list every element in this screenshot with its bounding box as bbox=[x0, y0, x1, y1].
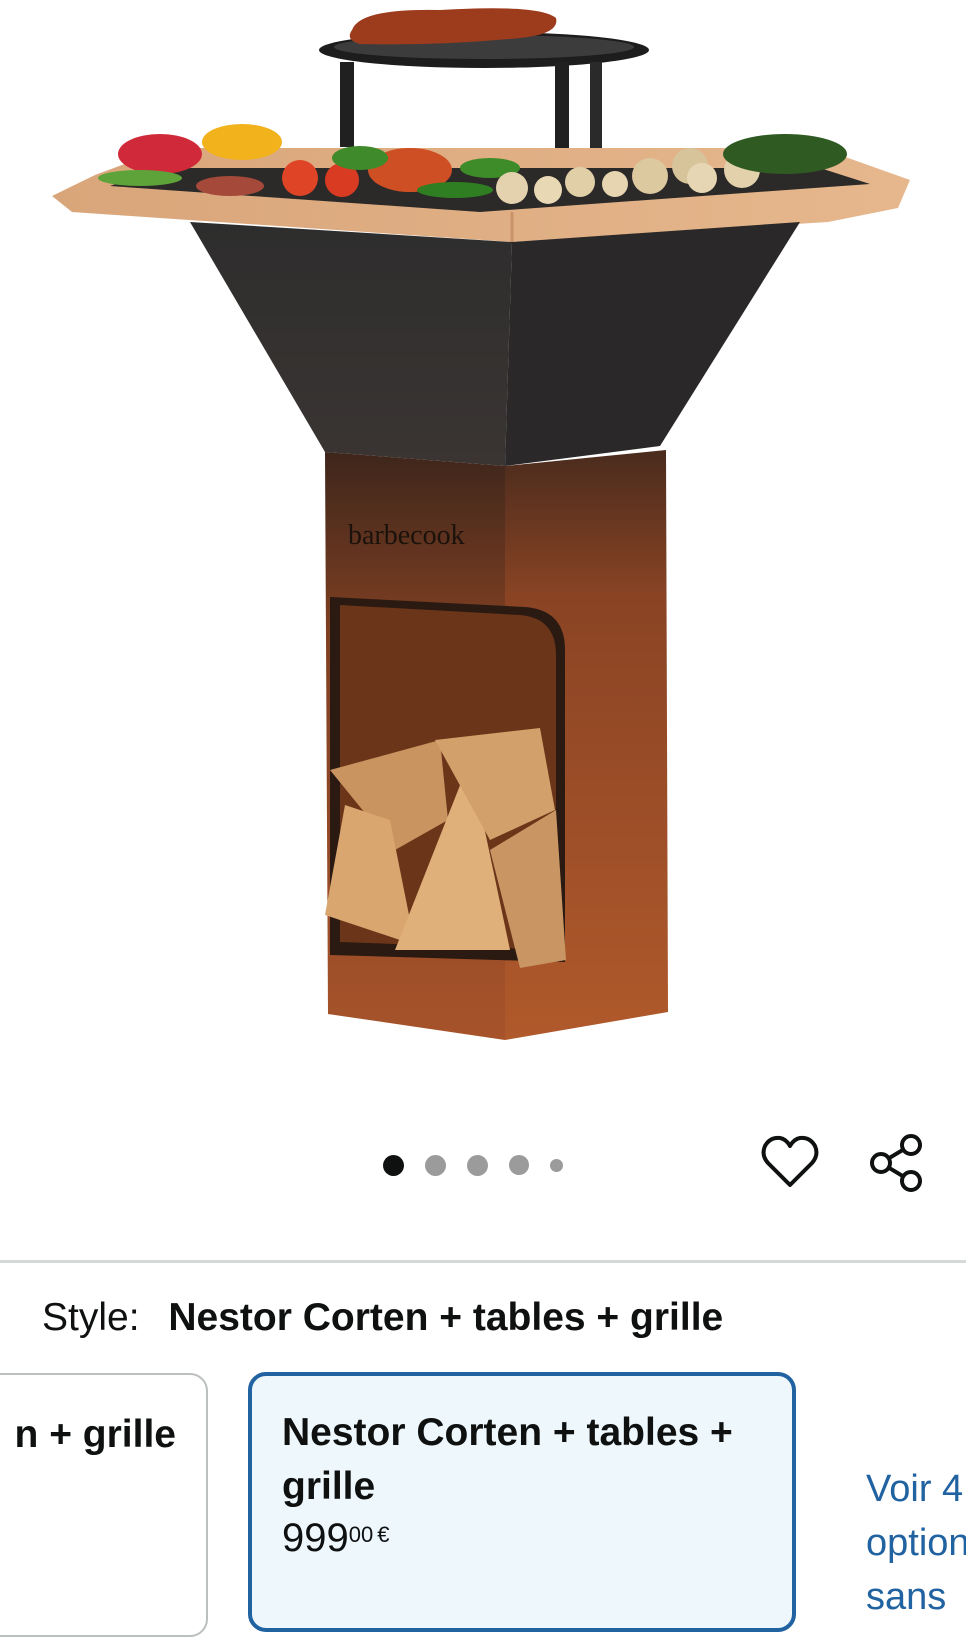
vegetable bbox=[723, 134, 847, 174]
vegetable bbox=[282, 160, 318, 196]
wishlist-button[interactable] bbox=[758, 1132, 822, 1192]
mushroom bbox=[496, 172, 528, 204]
vegetable bbox=[118, 134, 202, 174]
grill-leg bbox=[590, 62, 602, 162]
variation-selected-value: Nestor Corten + tables + grille bbox=[168, 1296, 724, 1339]
image-pagination-dots[interactable] bbox=[383, 1150, 584, 1180]
grill-leg bbox=[340, 62, 354, 147]
section-divider bbox=[0, 1260, 966, 1263]
variation-option-card[interactable]: n + grille bbox=[0, 1373, 208, 1637]
mushroom bbox=[602, 171, 628, 197]
vegetable bbox=[417, 182, 493, 198]
pagination-dot[interactable] bbox=[509, 1155, 529, 1175]
share-icon bbox=[870, 1134, 922, 1192]
price-currency: € bbox=[377, 1522, 390, 1547]
vegetable bbox=[196, 176, 264, 196]
product-image[interactable]: barbecook bbox=[0, 0, 966, 1100]
mushroom bbox=[565, 167, 595, 197]
variation-option-price: 99900 € bbox=[282, 1516, 389, 1561]
pagination-dot[interactable] bbox=[425, 1154, 446, 1176]
product-image-gallery[interactable]: barbecook bbox=[0, 0, 966, 1262]
variation-header: Style: Nestor Corten + tables + grille bbox=[42, 1296, 723, 1340]
steel-funnel bbox=[190, 222, 512, 466]
pagination-dot[interactable] bbox=[550, 1158, 563, 1172]
price-fraction: 00 bbox=[348, 1522, 374, 1547]
vegetable bbox=[98, 170, 182, 186]
pagination-dot-active[interactable] bbox=[383, 1154, 404, 1176]
price-whole: 999 bbox=[282, 1516, 349, 1560]
mushroom bbox=[687, 163, 717, 193]
variation-label: Style: bbox=[42, 1296, 140, 1339]
share-button[interactable] bbox=[864, 1130, 928, 1196]
variation-option-title: n + grille bbox=[14, 1413, 176, 1456]
vegetable bbox=[332, 146, 388, 170]
mushroom bbox=[632, 158, 668, 194]
vegetable bbox=[202, 124, 282, 160]
pagination-dot[interactable] bbox=[467, 1154, 488, 1176]
mushroom bbox=[534, 176, 562, 204]
heart-outline-icon bbox=[761, 1135, 819, 1187]
variation-option-title: Nestor Corten + tables + grille bbox=[282, 1411, 733, 1508]
brand-logo: barbecook bbox=[348, 520, 465, 551]
variation-option-card-selected[interactable]: Nestor Corten + tables + grille 99900 € bbox=[248, 1372, 796, 1632]
